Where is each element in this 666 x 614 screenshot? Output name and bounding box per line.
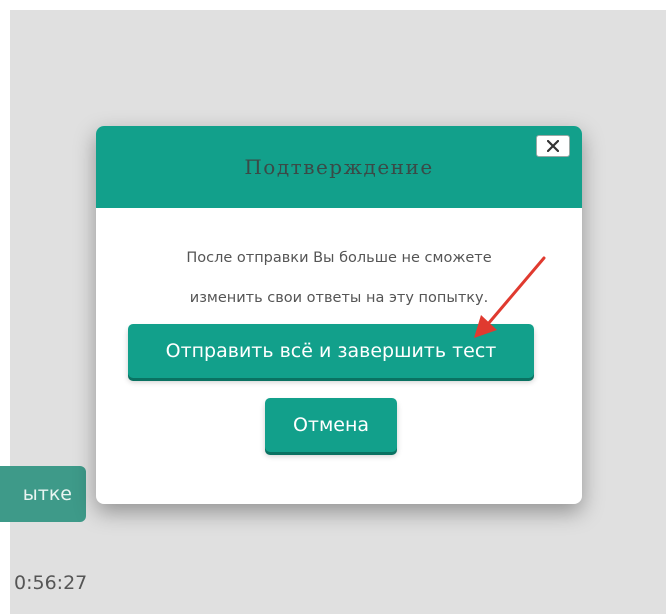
background-button-label: ытке — [22, 483, 72, 505]
dialog-message: После отправки Вы больше не сможете изме… — [126, 238, 552, 318]
attempt-timer: 0:56:27 — [14, 572, 88, 594]
close-button[interactable] — [536, 135, 570, 157]
cancel-button[interactable]: Отмена — [265, 398, 397, 452]
submit-all-and-finish-button[interactable]: Отправить всё и завершить тест — [128, 324, 534, 378]
dialog-message-line-2: изменить свои ответы на эту попытку. — [189, 290, 489, 306]
confirmation-dialog: Подтверждение После отправки Вы больше н… — [96, 126, 582, 504]
background-button[interactable]: ытке — [0, 466, 86, 522]
close-icon — [547, 140, 559, 152]
dialog-header: Подтверждение — [96, 126, 582, 208]
dialog-title: Подтверждение — [244, 155, 434, 179]
dialog-message-line-1: После отправки Вы больше не сможете — [186, 250, 492, 266]
